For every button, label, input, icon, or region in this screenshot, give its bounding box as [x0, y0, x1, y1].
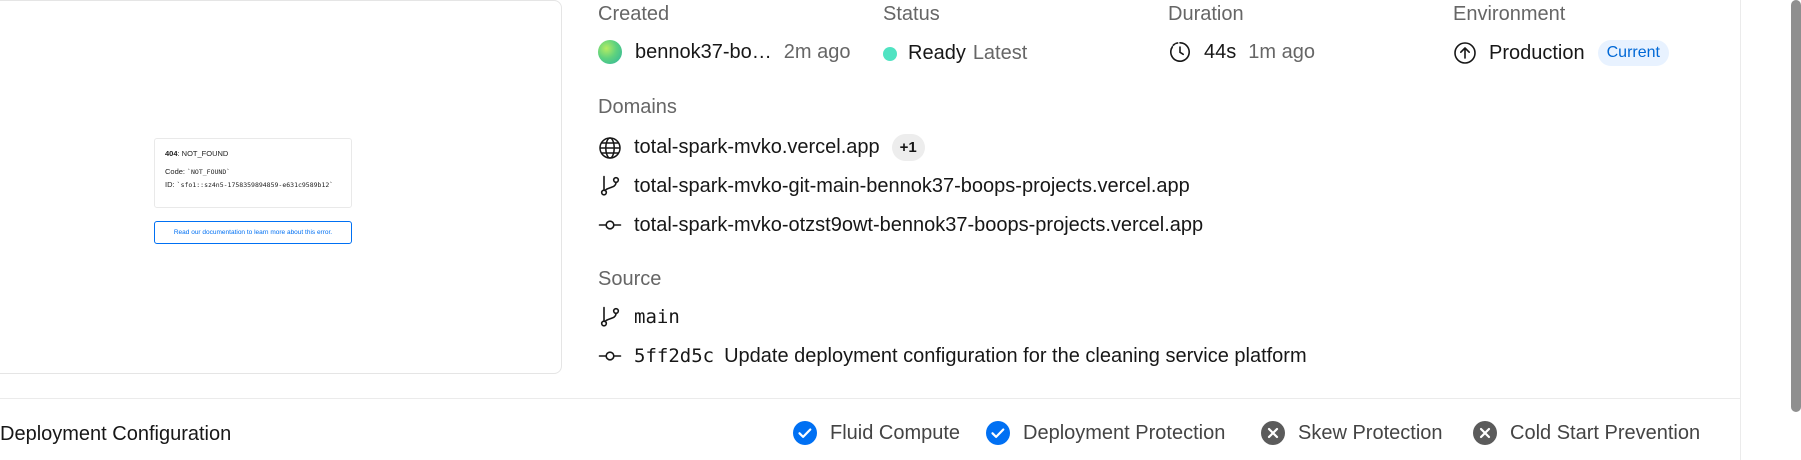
status-latest-tag: Latest	[972, 42, 1028, 64]
feature-label: Cold Start Prevention	[1510, 421, 1701, 444]
feature-label: Skew Protection	[1298, 421, 1443, 444]
environment-label: Environment	[1453, 3, 1566, 25]
error-message-box: 404: NOT_FOUND Code: `NOT_FOUND` ID: `sf…	[154, 138, 352, 208]
git-branch-icon	[598, 305, 622, 329]
feature-cold-start-prevention: Cold Start Prevention	[1472, 420, 1700, 446]
arrow-up-circle-icon	[1453, 41, 1477, 65]
domain-commit-row: total-spark-mvko-otzst9owt-bennok37-boop…	[598, 213, 1203, 237]
section-divider	[0, 398, 1740, 399]
avatar[interactable]	[598, 40, 622, 64]
feature-deployment-protection: Deployment Protection	[985, 420, 1225, 446]
feature-fluid-compute: Fluid Compute	[792, 420, 960, 446]
check-circle-icon	[985, 420, 1011, 446]
git-branch-icon	[598, 174, 622, 198]
git-commit-icon	[598, 213, 622, 237]
globe-icon	[598, 136, 622, 160]
error-docs-link[interactable]: Read our documentation to learn more abo…	[154, 221, 352, 244]
deployment-config-title[interactable]: Deployment Configuration	[0, 423, 231, 446]
feature-label: Deployment Protection	[1023, 421, 1226, 444]
status-label: Status	[883, 3, 940, 25]
deployment-preview[interactable]: 404: NOT_FOUND Code: `NOT_FOUND` ID: `sf…	[0, 0, 562, 374]
status-dot	[883, 46, 897, 61]
duration-value: 44s	[1204, 40, 1237, 63]
source-branch-name[interactable]: main	[634, 306, 680, 328]
error-id-line: ID: `sfo1::sz4n5-1758359894859-e631c9589…	[165, 180, 334, 189]
feature-label: Fluid Compute	[830, 421, 961, 444]
environment-value[interactable]: Production	[1489, 42, 1585, 65]
current-badge: Current	[1597, 40, 1669, 66]
source-label: Source	[598, 268, 662, 290]
x-circle-icon	[1472, 420, 1498, 446]
x-circle-icon	[1260, 420, 1286, 446]
commit-message[interactable]: Update deployment configuration for the …	[724, 345, 1307, 368]
created-row: bennok37-bo… 2m ago	[598, 40, 851, 64]
status-value: Ready	[908, 42, 966, 64]
status-row: Ready Latest	[883, 42, 1027, 65]
created-user[interactable]: bennok37-bo…	[635, 41, 772, 64]
domain-extra-count-badge[interactable]: +1	[891, 134, 925, 161]
duration-label: Duration	[1168, 3, 1244, 25]
duration-ago: 1m ago	[1248, 40, 1315, 63]
git-commit-icon	[598, 344, 622, 368]
domain-branch-row: total-spark-mvko-git-main-bennok37-boops…	[598, 174, 1190, 198]
error-code-line: Code: `NOT_FOUND`	[165, 166, 231, 176]
domain-commit-link[interactable]: total-spark-mvko-otzst9owt-bennok37-boop…	[634, 214, 1203, 237]
check-circle-icon	[792, 420, 818, 446]
source-branch-row: main	[598, 305, 680, 329]
error-title: 404: NOT_FOUND	[165, 149, 229, 158]
duration-row: 44s 1m ago	[1168, 40, 1315, 64]
commit-hash[interactable]: 5ff2d5c	[634, 345, 714, 367]
created-time: 2m ago	[783, 40, 851, 63]
environment-row: Production Current	[1453, 40, 1669, 66]
scrollbar-thumb[interactable]	[1791, 0, 1801, 412]
clock-icon	[1168, 40, 1192, 64]
feature-skew-protection: Skew Protection	[1260, 420, 1443, 446]
domain-primary-link[interactable]: total-spark-mvko.vercel.app	[634, 136, 880, 159]
domain-primary-row: total-spark-mvko.vercel.app +1	[598, 134, 925, 161]
domains-label: Domains	[598, 96, 677, 118]
domain-branch-link[interactable]: total-spark-mvko-git-main-bennok37-boops…	[634, 175, 1190, 198]
source-commit-row: 5ff2d5c Update deployment configuration …	[598, 344, 1307, 368]
created-label: Created	[598, 3, 670, 25]
